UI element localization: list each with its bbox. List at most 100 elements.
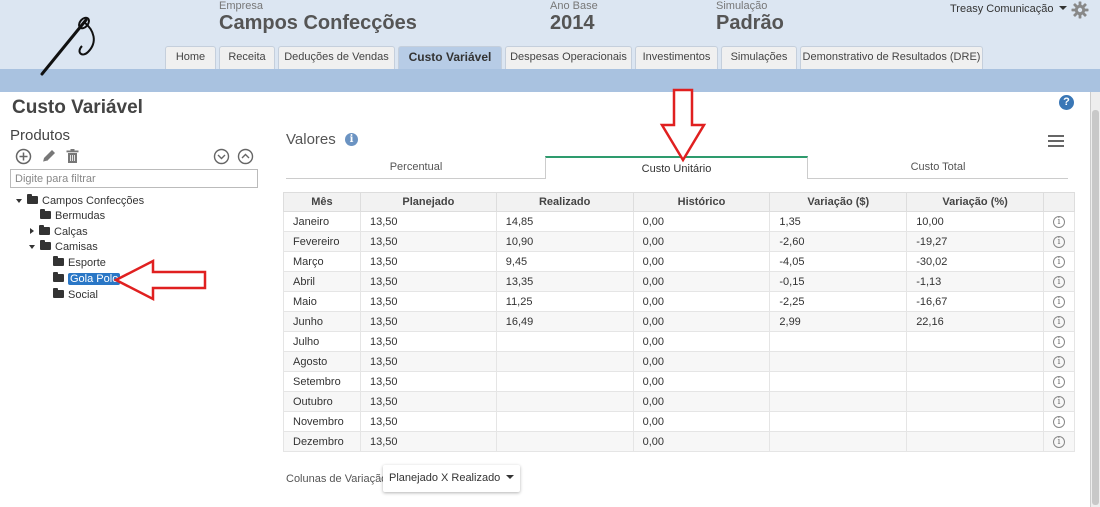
table-row: Setembro 13,50 0,00 i: [283, 371, 1076, 392]
help-icon[interactable]: ?: [1059, 95, 1074, 110]
col-header-variacao-valor[interactable]: Variação ($): [769, 192, 908, 212]
simulacao-value: Padrão: [716, 12, 784, 34]
collapsed-arrow-icon[interactable]: [30, 228, 34, 234]
tree-item-camisas[interactable]: Camisas: [29, 240, 98, 254]
cell-variacao-percent: [906, 351, 1044, 372]
cell-planejado[interactable]: 13,50: [359, 251, 497, 272]
tree-item-esporte[interactable]: Esporte: [53, 256, 106, 270]
info-circle-icon[interactable]: i: [1052, 356, 1065, 368]
cell-realizado[interactable]: 11,25: [495, 291, 634, 312]
col-header-historico[interactable]: Histórico: [632, 192, 771, 212]
cell-planejado[interactable]: 13,50: [359, 291, 497, 312]
cell-realizado[interactable]: [495, 351, 634, 372]
tab-dre[interactable]: Demonstrativo de Resultados (DRE): [800, 46, 983, 69]
col-header-actions: [1042, 192, 1076, 212]
tree-item-calcas[interactable]: Calças: [30, 225, 88, 239]
tab-despesas-operacionais[interactable]: Despesas Operacionais: [505, 46, 632, 69]
filter-input[interactable]: [10, 169, 258, 188]
tab-custo-variavel[interactable]: Custo Variável: [398, 46, 502, 69]
scrollbar-thumb[interactable]: [1092, 110, 1099, 505]
tree-item-label: Calças: [54, 226, 88, 238]
collapse-all-icon[interactable]: [237, 148, 254, 165]
table-row: Maio 13,50 11,25 0,00 -2,25 -16,67 i: [283, 291, 1076, 312]
cell-variacao-valor: [769, 371, 908, 392]
cell-realizado[interactable]: 10,90: [495, 231, 634, 252]
cell-planejado[interactable]: 13,50: [359, 331, 497, 352]
cell-realizado[interactable]: [495, 411, 634, 432]
info-circle-icon[interactable]: i: [1052, 396, 1065, 408]
colunas-variacao-select[interactable]: Planejado X Realizado: [383, 465, 521, 492]
cell-planejado[interactable]: 13,50: [359, 311, 497, 332]
cell-variacao-valor: 1,35: [769, 211, 908, 232]
info-circle-icon[interactable]: i: [1052, 376, 1065, 388]
chevron-down-icon: [506, 475, 515, 479]
tab-investimentos[interactable]: Investimentos: [635, 46, 718, 69]
tree-item-bermudas[interactable]: Bermudas: [40, 209, 105, 223]
info-circle-icon[interactable]: i: [1052, 276, 1065, 288]
cell-variacao-valor: -2,60: [769, 231, 908, 252]
cell-planejado[interactable]: 13,50: [359, 351, 497, 372]
cell-planejado[interactable]: 13,50: [359, 231, 497, 252]
colunas-variacao-label: Colunas de Variação:: [286, 473, 391, 485]
info-circle-icon[interactable]: i: [1052, 316, 1065, 328]
tab-receita[interactable]: Receita: [219, 46, 275, 69]
cell-actions: i: [1042, 411, 1076, 432]
expanded-arrow-icon[interactable]: [16, 199, 22, 203]
subtab-percentual[interactable]: Percentual: [286, 156, 546, 179]
produtos-title: Produtos: [10, 127, 71, 144]
cell-mes: Setembro: [283, 371, 361, 392]
info-circle-icon[interactable]: i: [1052, 236, 1065, 248]
page-scrollbar[interactable]: [1090, 92, 1100, 507]
cell-mes: Dezembro: [283, 431, 361, 452]
cell-realizado[interactable]: [495, 331, 634, 352]
cell-mes: Agosto: [283, 351, 361, 372]
ano-base-field: Ano Base 2014: [550, 0, 598, 34]
col-header-realizado[interactable]: Realizado: [495, 192, 634, 212]
tree-item-gola-polo[interactable]: Gola Polo: [53, 272, 121, 286]
folder-icon: [40, 209, 51, 219]
cell-realizado[interactable]: [495, 431, 634, 452]
add-circle-icon[interactable]: [15, 148, 32, 165]
cell-planejado[interactable]: 13,50: [359, 431, 497, 452]
user-menu[interactable]: Treasy Comunicação: [950, 3, 1067, 15]
info-circle-icon[interactable]: i: [1052, 256, 1065, 268]
info-circle-icon[interactable]: i: [1052, 436, 1065, 448]
cell-planejado[interactable]: 13,50: [359, 271, 497, 292]
table-body: Janeiro 13,50 14,85 0,00 1,35 10,00 i Fevereir…: [283, 211, 1076, 452]
subtab-custo-total[interactable]: Custo Total: [808, 156, 1068, 179]
gear-icon[interactable]: [1071, 1, 1089, 19]
col-header-planejado[interactable]: Planejado: [359, 192, 497, 212]
cell-planejado[interactable]: 13,50: [359, 211, 497, 232]
info-circle-icon[interactable]: i: [1052, 296, 1065, 308]
cell-planejado[interactable]: 13,50: [359, 391, 497, 412]
col-header-mes[interactable]: Mês: [283, 192, 361, 212]
cell-planejado[interactable]: 13,50: [359, 371, 497, 392]
dropdown-value: Planejado X Realizado: [389, 472, 501, 484]
info-circle-icon[interactable]: i: [1052, 216, 1065, 228]
cell-planejado[interactable]: 13,50: [359, 411, 497, 432]
cell-realizado[interactable]: 9,45: [495, 251, 634, 272]
cell-realizado[interactable]: [495, 391, 634, 412]
info-icon[interactable]: i: [345, 133, 358, 146]
cell-realizado[interactable]: [495, 371, 634, 392]
trash-icon[interactable]: [64, 148, 81, 165]
info-circle-icon[interactable]: i: [1052, 336, 1065, 348]
tab-home[interactable]: Home: [165, 46, 216, 69]
pencil-icon[interactable]: [40, 148, 57, 165]
info-circle-icon[interactable]: i: [1052, 416, 1065, 428]
col-header-variacao-percent[interactable]: Variação (%): [906, 192, 1044, 212]
hamburger-menu-icon[interactable]: [1048, 135, 1064, 147]
cell-realizado[interactable]: 16,49: [495, 311, 634, 332]
cell-realizado[interactable]: 13,35: [495, 271, 634, 292]
expanded-arrow-icon[interactable]: [29, 245, 35, 249]
expand-all-icon[interactable]: [213, 148, 230, 165]
tree-item-campos-confeccoes[interactable]: Campos Confecções: [16, 194, 144, 208]
cell-variacao-percent: 10,00: [906, 211, 1044, 232]
tab-simulacoes[interactable]: Simulações: [721, 46, 797, 69]
tab-deducoes-de-vendas[interactable]: Deduções de Vendas: [278, 46, 395, 69]
cell-variacao-percent: -16,67: [906, 291, 1044, 312]
cell-realizado[interactable]: 14,85: [495, 211, 634, 232]
cell-actions: i: [1042, 251, 1076, 272]
cell-mes: Janeiro: [283, 211, 361, 232]
tree-item-social[interactable]: Social: [53, 288, 98, 302]
